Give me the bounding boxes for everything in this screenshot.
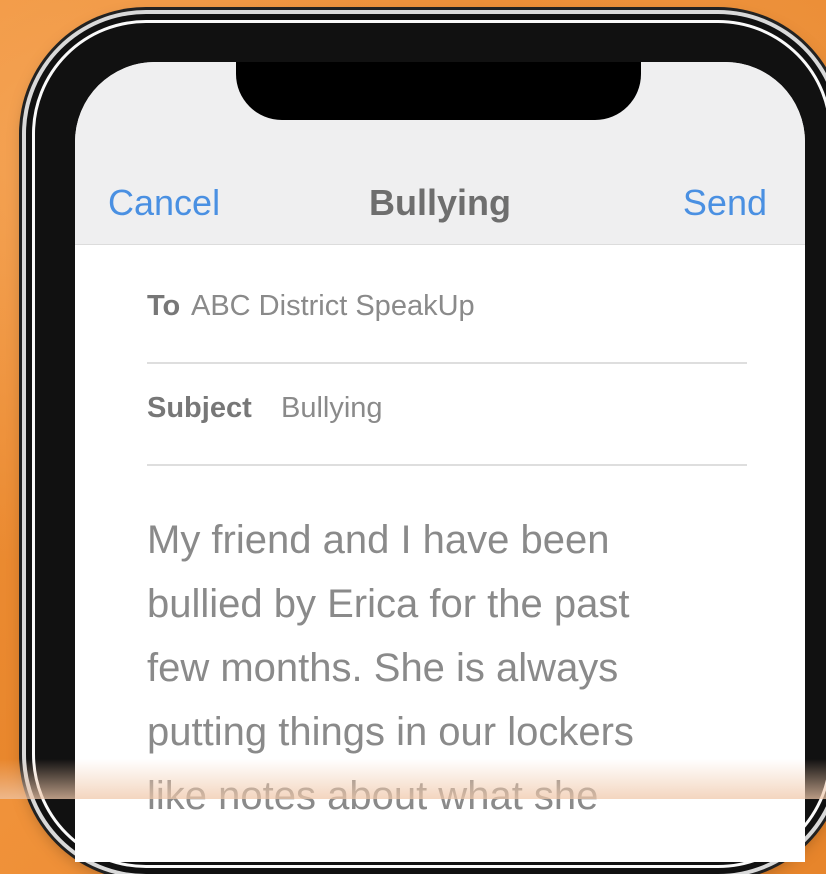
- bottom-fade: [0, 759, 826, 799]
- to-recipient[interactable]: ABC District SpeakUp: [191, 290, 475, 323]
- phone-screen: Cancel Bullying Send To ABC District Spe…: [75, 62, 805, 862]
- subject-field[interactable]: Subject Bullying: [147, 364, 747, 466]
- subject-input[interactable]: Bullying: [281, 392, 383, 425]
- to-field[interactable]: To ABC District SpeakUp: [147, 262, 747, 364]
- to-label: To: [147, 290, 181, 322]
- subject-label: Subject: [147, 392, 252, 424]
- send-button[interactable]: Send: [683, 180, 767, 226]
- compose-nav-bar: Cancel Bullying Send: [75, 62, 805, 245]
- phone-notch: [236, 62, 641, 120]
